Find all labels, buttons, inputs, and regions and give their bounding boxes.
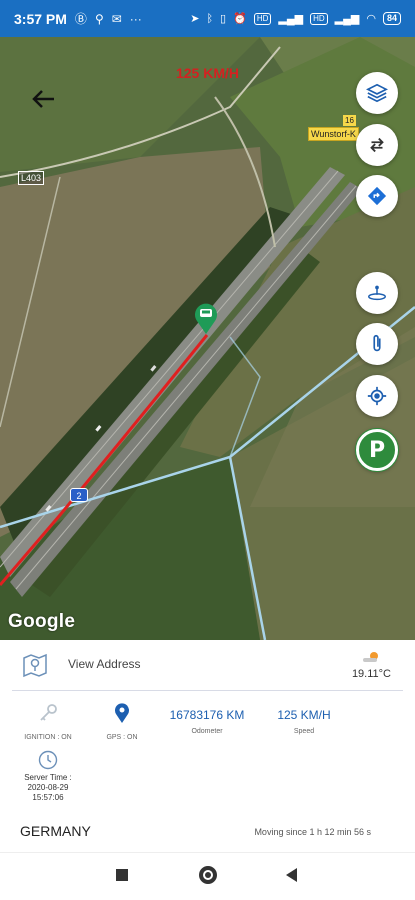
route-badge: 2 [70, 488, 88, 502]
server-time-label: Server Time : [24, 773, 72, 782]
map-view[interactable]: 125 KM/H L403 16 Wunstorf-K 2 P Google [0, 37, 415, 640]
geofence-button[interactable] [356, 272, 398, 314]
ignition-label: IGNITION : ON [24, 734, 72, 741]
signal-icon: ▂▄▆ [278, 13, 304, 25]
road-label: Wunstorf-K [308, 127, 359, 141]
locate-button[interactable] [356, 375, 398, 417]
bluetooth-icon: ᛒ [206, 12, 214, 25]
status-time: 3:57 PM [14, 10, 67, 27]
server-clock: 15:57:06 [32, 793, 64, 802]
speed-stat: 125 KM/H Speed [268, 702, 340, 735]
country-name: GERMANY [20, 823, 91, 839]
weather-widget: 19.11°C [352, 650, 391, 680]
view-address-link[interactable]: View Address [68, 657, 141, 671]
signal-icon: ▂▄▆ [334, 13, 360, 25]
speed-value: 125 KM/H [277, 708, 331, 722]
odometer-stat: 16783176 KM Odometer [160, 702, 254, 735]
vehicle-info-panel: View Address 19.11°C IGNITION : ON GPS :… [0, 640, 415, 852]
bold-b-icon: Ⓑ [74, 12, 87, 26]
odometer-label: Odometer [191, 728, 223, 735]
directions-button[interactable] [356, 175, 398, 217]
parking-button[interactable]: P [356, 429, 398, 471]
gps-label: GPS : ON [106, 734, 138, 741]
map-address-icon [22, 652, 48, 678]
road-label: L403 [18, 171, 45, 185]
attachment-button[interactable] [356, 323, 398, 365]
speed-overlay: 125 KM/H [175, 65, 240, 81]
back-icon[interactable] [286, 868, 297, 882]
navigation-icon: ➤ [190, 13, 200, 25]
more-dots-icon: ··· [129, 11, 142, 26]
vehicle-marker-icon[interactable] [193, 301, 219, 335]
layers-icon [366, 83, 388, 103]
directions-icon [367, 186, 387, 206]
recents-icon[interactable] [116, 869, 128, 881]
battery-icon: 84 [382, 12, 401, 25]
server-date: 2020-08-29 [27, 783, 69, 792]
speed-label: Speed [293, 728, 315, 735]
ignition-status: IGNITION : ON [18, 702, 78, 741]
divider [12, 690, 403, 691]
status-bar: 3:57 PM Ⓑ ⚲ ✉ ··· ➤ ᛒ ▯ ⏰ HD ▂▄▆ HD ▂▄▆ … [0, 0, 415, 37]
key-icon [37, 702, 59, 724]
server-time: Server Time : 2020-08-29 15:57:06 [14, 750, 82, 803]
android-nav-bar [0, 852, 415, 900]
alarm-icon: ⏰ [233, 13, 247, 25]
parking-icon: P [368, 437, 386, 463]
vibrate-icon: ▯ [220, 13, 227, 25]
clock-icon [38, 750, 58, 770]
home-icon[interactable] [199, 866, 217, 884]
hd-icon: HD [310, 12, 328, 25]
mail-icon: ✉ [111, 11, 122, 26]
moving-duration: Moving since 1 h 12 min 56 s [254, 827, 371, 837]
back-arrow-icon[interactable] [28, 83, 60, 115]
gps-pin-icon [111, 702, 133, 724]
geofence-icon [368, 285, 386, 301]
road-label: 16 [343, 115, 356, 126]
sun-cloud-icon [360, 650, 382, 664]
wifi-icon: ◠ [366, 13, 376, 25]
locate-icon [367, 386, 387, 406]
layers-button[interactable] [356, 72, 398, 114]
view-address-row[interactable]: View Address 19.11°C [0, 640, 415, 690]
attachment-icon [373, 334, 381, 352]
odometer-value: 16783176 KM [169, 708, 245, 722]
hd-icon: HD [253, 12, 272, 25]
swap-button[interactable] [356, 124, 398, 166]
location-pin-icon: ⚲ [94, 11, 104, 26]
swap-icon [370, 137, 384, 153]
google-logo: Google [8, 611, 76, 632]
gps-status: GPS : ON [98, 702, 146, 741]
temperature-value: 19.11°C [351, 668, 391, 680]
